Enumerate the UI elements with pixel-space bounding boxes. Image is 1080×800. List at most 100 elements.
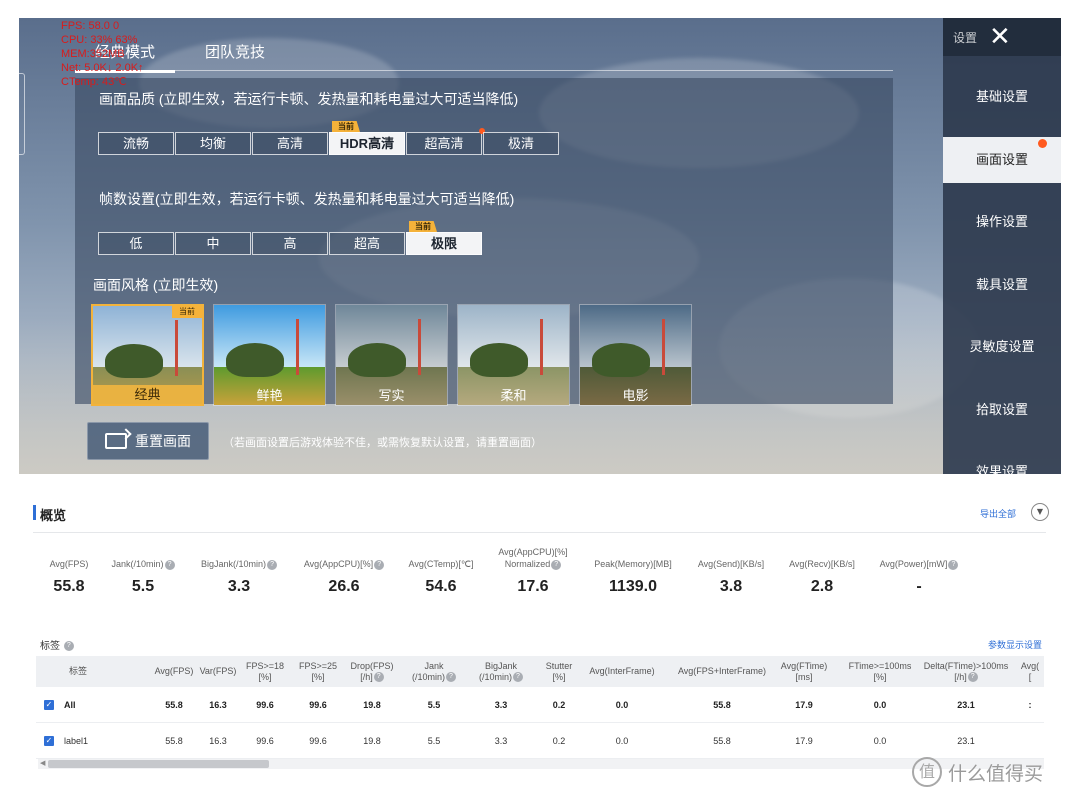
column-header[interactable]: Delta(FTime)>100ms [/h]? xyxy=(918,656,1014,687)
metric-card: Avg(AppCPU)[%] Normalized? 17.6 xyxy=(488,544,578,596)
column-header[interactable]: FTime>=100ms [%] xyxy=(840,656,920,687)
row-checkbox[interactable]: ✓ xyxy=(44,736,54,746)
overview-title: 概览 xyxy=(40,508,67,523)
help-icon[interactable]: ? xyxy=(446,672,456,683)
quality-option[interactable]: HDR高清 当前 xyxy=(329,121,405,155)
column-header-line2: [%] xyxy=(292,672,344,683)
close-icon[interactable]: ✕ xyxy=(989,24,1011,50)
tree-icon xyxy=(226,343,284,377)
help-icon[interactable]: ? xyxy=(374,559,385,570)
chevron-down-icon[interactable]: ▼ xyxy=(1031,503,1049,521)
quality-section-title: 画面品质 (立即生效，若运行卡顿、发热量和耗电量过大可适当降低) xyxy=(99,91,519,107)
framerate-option[interactable]: 极限 当前 xyxy=(406,221,482,255)
column-header[interactable]: 标签 xyxy=(48,656,108,687)
framerate-option[interactable]: 超高 xyxy=(329,232,405,255)
table-row[interactable]: ✓ All 55.8 16.3 99.6 99.6 19.8 5.5 3.3 0.2 0.0 55.8… xyxy=(36,687,1044,723)
export-all-link[interactable]: 导出全部 xyxy=(980,507,1016,520)
side-menu-item[interactable]: 灵敏度设置 xyxy=(943,324,1061,370)
reset-graphics-button[interactable]: 重置画面 xyxy=(87,422,209,460)
quality-option[interactable]: 均衡 xyxy=(175,132,251,155)
metric-value: 2.8 xyxy=(810,578,834,595)
column-header[interactable]: BigJank (/10min)? xyxy=(468,656,534,687)
help-icon[interactable]: ? xyxy=(551,559,562,570)
column-header[interactable]: Avg([ xyxy=(1016,656,1044,687)
framerate-option-label: 高 xyxy=(283,236,297,251)
column-header[interactable]: Avg(FPS+InterFrame) xyxy=(666,656,778,687)
style-card[interactable]: 写实 xyxy=(335,304,448,406)
metric-label-text: Jank(/10min) xyxy=(111,559,164,569)
quality-option[interactable]: 超高清 xyxy=(406,128,485,155)
metric-label-text: Avg(Recv)[KB/s] xyxy=(789,559,855,569)
scrollbar-thumb[interactable] xyxy=(48,760,269,768)
table-cell xyxy=(1016,723,1044,759)
column-header-line2: [/h]? xyxy=(346,672,398,683)
side-menu-item[interactable]: 效果设置 xyxy=(943,449,1061,474)
metric-label-text: Avg(AppCPU)[%] xyxy=(498,547,568,557)
column-header[interactable]: Avg(FTime) [ms] xyxy=(776,656,832,687)
table-cell: 23.1 xyxy=(957,736,975,746)
side-menu-item[interactable]: 画面设置 xyxy=(943,136,1061,183)
table-cell: 99.6 xyxy=(309,700,327,710)
style-card[interactable]: 经典 当前 xyxy=(91,304,204,406)
tree-icon xyxy=(105,344,163,378)
column-header-line1: Var(FPS) xyxy=(199,666,237,676)
table-cell: 99.6 xyxy=(256,700,274,710)
column-header[interactable]: Drop(FPS) [/h]? xyxy=(346,656,398,687)
style-card-label: 柔和 xyxy=(500,388,527,403)
help-icon[interactable]: ? xyxy=(948,559,959,570)
help-icon[interactable]: ? xyxy=(967,672,978,683)
column-header[interactable]: FPS>=25 [%] xyxy=(292,656,344,687)
column-header-unit: [%] xyxy=(873,671,887,682)
framerate-option[interactable]: 高 xyxy=(252,232,328,255)
metric-label-line: Avg(Recv)[KB/s] xyxy=(789,558,855,570)
scroll-left-icon[interactable]: ◀ xyxy=(40,759,45,767)
quality-option[interactable]: 极清 xyxy=(483,132,559,155)
column-header[interactable]: Jank (/10min)? xyxy=(404,656,464,687)
help-icon[interactable]: ? xyxy=(63,641,74,652)
table-cell: 55.8 xyxy=(713,736,731,746)
framerate-option[interactable]: 中 xyxy=(175,232,251,255)
tab-team-deathmatch[interactable]: 团队竞技 xyxy=(205,41,265,62)
help-icon[interactable]: ? xyxy=(267,559,278,570)
column-header-line1: Jank xyxy=(424,660,444,671)
side-menu-item[interactable]: 操作设置 xyxy=(943,199,1061,245)
style-card[interactable]: 鲜艳 xyxy=(213,304,326,406)
column-header[interactable]: Avg(FPS) xyxy=(146,656,202,687)
table-cell: 5.5 xyxy=(427,700,441,710)
column-header[interactable]: Var(FPS) xyxy=(198,656,238,687)
column-header[interactable]: Stutter [%] xyxy=(536,656,582,687)
side-menu-item-label: 灵敏度设置 xyxy=(969,339,1035,354)
column-header[interactable]: FPS>=18 [%] xyxy=(240,656,290,687)
metric-label-text: Avg(AppCPU)[%] xyxy=(303,559,374,569)
column-header-line2: [ms] xyxy=(776,672,832,683)
tower-icon xyxy=(662,319,665,375)
quality-option[interactable]: 高清 xyxy=(252,132,328,155)
style-card[interactable]: 电影 xyxy=(579,304,692,406)
help-icon[interactable]: ? xyxy=(513,672,523,683)
left-edge-tab[interactable] xyxy=(19,73,25,155)
framerate-option[interactable]: 低 xyxy=(98,232,174,255)
table-cell: 0.2 xyxy=(552,700,566,710)
framerate-option-label: 超高 xyxy=(353,236,380,251)
column-header[interactable]: Avg(InterFrame) xyxy=(582,656,662,687)
style-card[interactable]: 柔和 xyxy=(457,304,570,406)
side-menu-title: 设置 xyxy=(953,31,978,45)
metric-card: Avg(Send)[KB/s] 3.8 xyxy=(686,544,776,596)
side-menu-item[interactable]: 载具设置 xyxy=(943,262,1061,308)
metric-label-line: BigJank(/10min)? xyxy=(201,558,278,570)
side-menu-item[interactable]: 拾取设置 xyxy=(943,387,1061,433)
quality-option-label: 均衡 xyxy=(199,136,226,151)
column-header-line1: Avg(InterFrame) xyxy=(589,666,655,676)
param-display-settings-link[interactable]: 参数显示设置 xyxy=(988,638,1042,651)
metric-card: Avg(Power)[mW]? - xyxy=(874,544,964,596)
help-icon[interactable]: ? xyxy=(373,672,384,683)
metric-card: Jank(/10min)? 5.5 xyxy=(98,544,188,596)
table-row[interactable]: ✓ label1 55.8 16.3 99.6 99.6 19.8 5.5 3.3 0.2 0.0 5… xyxy=(36,723,1044,759)
quality-option[interactable]: 流畅 xyxy=(98,132,174,155)
row-checkbox[interactable]: ✓ xyxy=(44,700,54,710)
new-dot-icon xyxy=(1038,138,1047,148)
metric-label: Avg(CTemp)[℃] xyxy=(396,544,486,570)
side-menu-item[interactable]: 基础设置 xyxy=(943,74,1061,120)
help-icon[interactable]: ? xyxy=(164,559,175,570)
table-cell: 99.6 xyxy=(256,736,274,746)
